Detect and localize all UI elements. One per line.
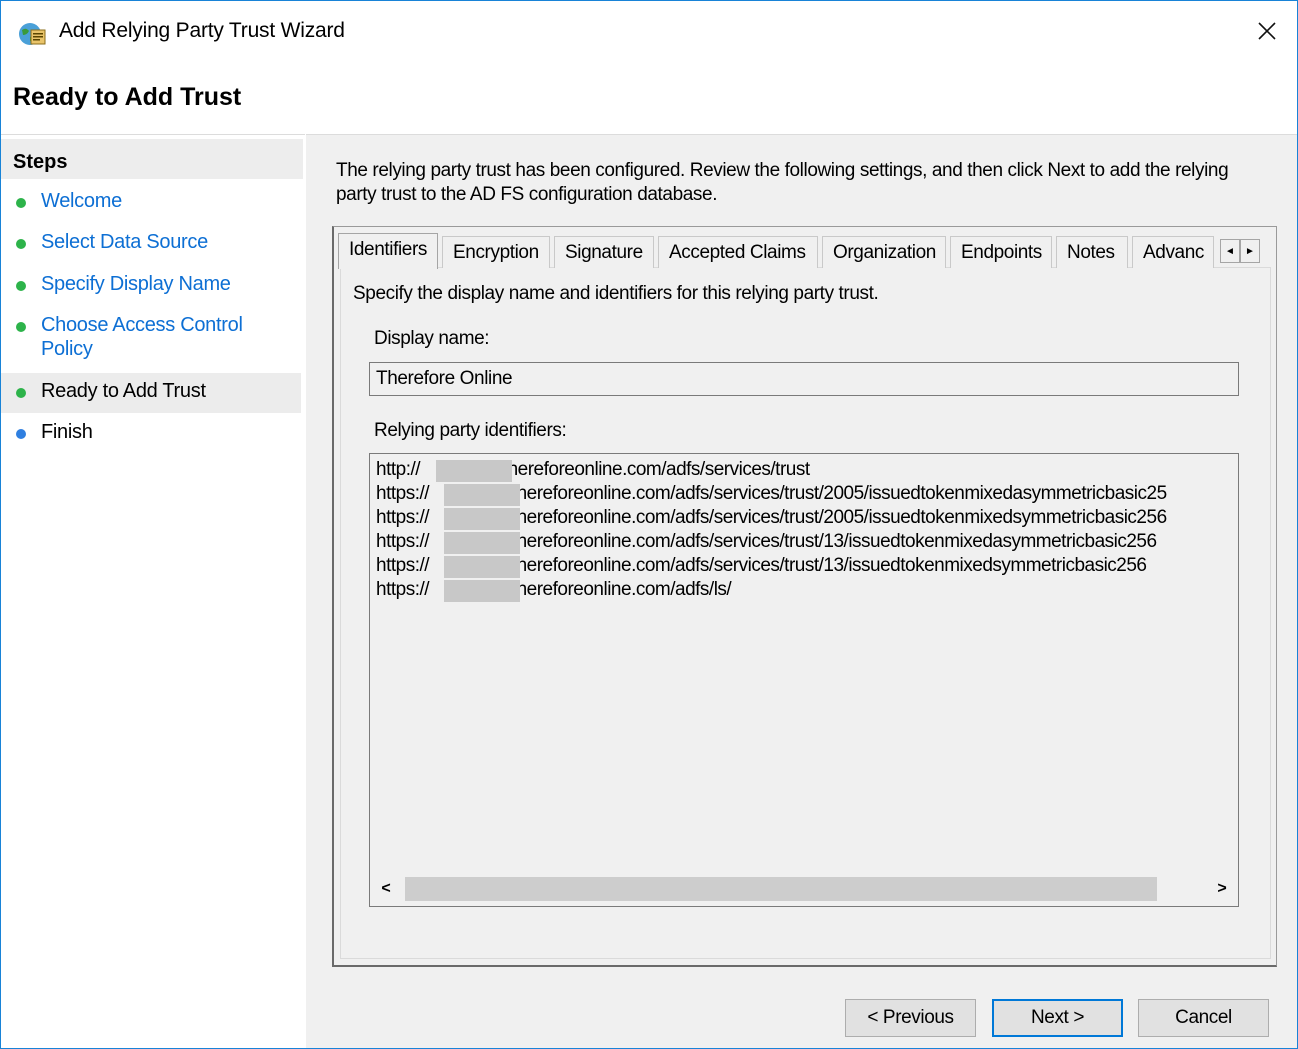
step-finish: Finish [1,419,301,447]
step-ready-to-add-trust: Ready to Add Trust [1,373,301,413]
window-title: Add Relying Party Trust Wizard [59,19,345,42]
display-name-field[interactable] [369,362,1239,396]
step-complete-icon [16,239,26,249]
step-choose-access-control-policy[interactable]: Choose Access Control Policy [1,312,301,364]
tab-signature[interactable]: Signature [554,236,654,268]
steps-heading: Steps [13,151,68,173]
identifier-prefix: http:// [376,459,421,480]
list-item[interactable]: https:// .thereforeonline.com/adfs/servic… [376,506,1167,530]
scroll-right-button[interactable]: > [1207,873,1237,905]
list-item[interactable]: https://.thereforeonline.com/adfs/ls/ [376,578,732,602]
scroll-left-button[interactable]: < [371,873,401,905]
tab-encryption[interactable]: Encryption [442,236,550,268]
identifier-prefix: https:// [376,531,430,552]
close-button[interactable] [1237,1,1297,65]
tab-notes[interactable]: Notes [1056,236,1128,268]
identifier-suffix: .thereforeonline.com/adfs/services/trust… [507,483,1167,504]
tab-strip: Identifiers Encryption Signature Accepte… [336,233,1271,269]
redaction-block [436,460,512,482]
identifier-suffix: .thereforeonline.com/adfs/services/trust… [507,507,1167,528]
redaction-block [444,580,520,602]
identifier-suffix: .thereforeonline.com/adfs/services/trust… [507,555,1147,576]
left-arrow-icon: ◄ [1225,245,1235,257]
tab-description: Specify the display name and identifiers… [353,283,879,304]
tab-organization[interactable]: Organization [822,236,946,268]
identifier-prefix: https:// [376,483,430,504]
intro-text: The relying party trust has been configu… [336,160,1229,205]
redaction-block [444,556,520,578]
step-pending-icon [16,429,26,439]
step-label: Ready to Add Trust [41,380,206,402]
redaction-block [444,532,520,554]
chevron-right-icon: > [1217,880,1227,897]
tab-endpoints[interactable]: Endpoints [950,236,1052,268]
list-item[interactable]: http://.thereforeonline.com/adfs/service… [376,458,810,482]
identifier-suffix: .thereforeonline.com/adfs/services/trust… [507,531,1157,552]
tab-scroll-left-button[interactable]: ◄ [1220,239,1240,263]
step-label: Finish [41,421,93,443]
previous-button[interactable]: < Previous [845,999,976,1037]
list-item[interactable]: https:// .thereforeonline.com/adfs/servic… [376,482,1167,506]
step-label: Select Data Source [41,231,208,253]
step-complete-icon [16,281,26,291]
step-label: Choose Access Control Policy [41,314,243,360]
right-arrow-icon: ► [1245,245,1255,257]
tab-advanced[interactable]: Advanc [1132,236,1214,268]
redaction-block [444,484,520,506]
page-title: Ready to Add Trust [13,83,242,111]
cancel-button[interactable]: Cancel [1138,999,1269,1037]
identifier-prefix: https:// [376,579,430,600]
tab-identifiers[interactable]: Identifiers [338,233,438,269]
step-select-data-source[interactable]: Select Data Source [1,229,301,257]
relying-party-identifiers-label: Relying party identifiers: [374,420,567,441]
step-label: Welcome [41,190,122,212]
relying-party-identifiers-list[interactable]: http:// .thereforeonline.com/adfs/service… [369,453,1239,907]
horizontal-scrollbar[interactable]: < > [371,873,1237,905]
tab-scroll-right-button[interactable]: ► [1240,239,1260,263]
step-complete-icon [16,198,26,208]
step-label: Specify Display Name [41,273,231,295]
list-item[interactable]: https:// .thereforeonline.com/adfs/servic… [376,530,1157,554]
step-complete-icon [16,388,26,398]
chevron-left-icon: < [381,880,391,897]
adfs-app-icon [17,21,47,47]
tab-accepted-claims[interactable]: Accepted Claims [658,236,818,268]
step-specify-display-name[interactable]: Specify Display Name [1,271,301,299]
next-button[interactable]: Next > [992,999,1123,1037]
list-item[interactable]: https:// .thereforeonline.com/adfs/servic… [376,554,1147,578]
steps-header: Steps [1,139,303,179]
close-icon [1257,21,1277,46]
identifier-prefix: https:// [376,507,430,528]
wizard-window: Add Relying Party Trust Wizard Ready to … [0,0,1298,1049]
step-welcome[interactable]: Welcome [1,188,301,216]
identifier-prefix: https:// [376,555,430,576]
scrollbar-thumb[interactable] [405,877,1157,901]
title-bar: Add Relying Party Trust Wizard [1,1,1297,65]
steps-panel: Steps Welcome Select Data Source Specify… [1,134,305,1048]
display-name-label: Display name: [374,328,490,349]
step-complete-icon [16,322,26,332]
redaction-block [444,508,520,530]
